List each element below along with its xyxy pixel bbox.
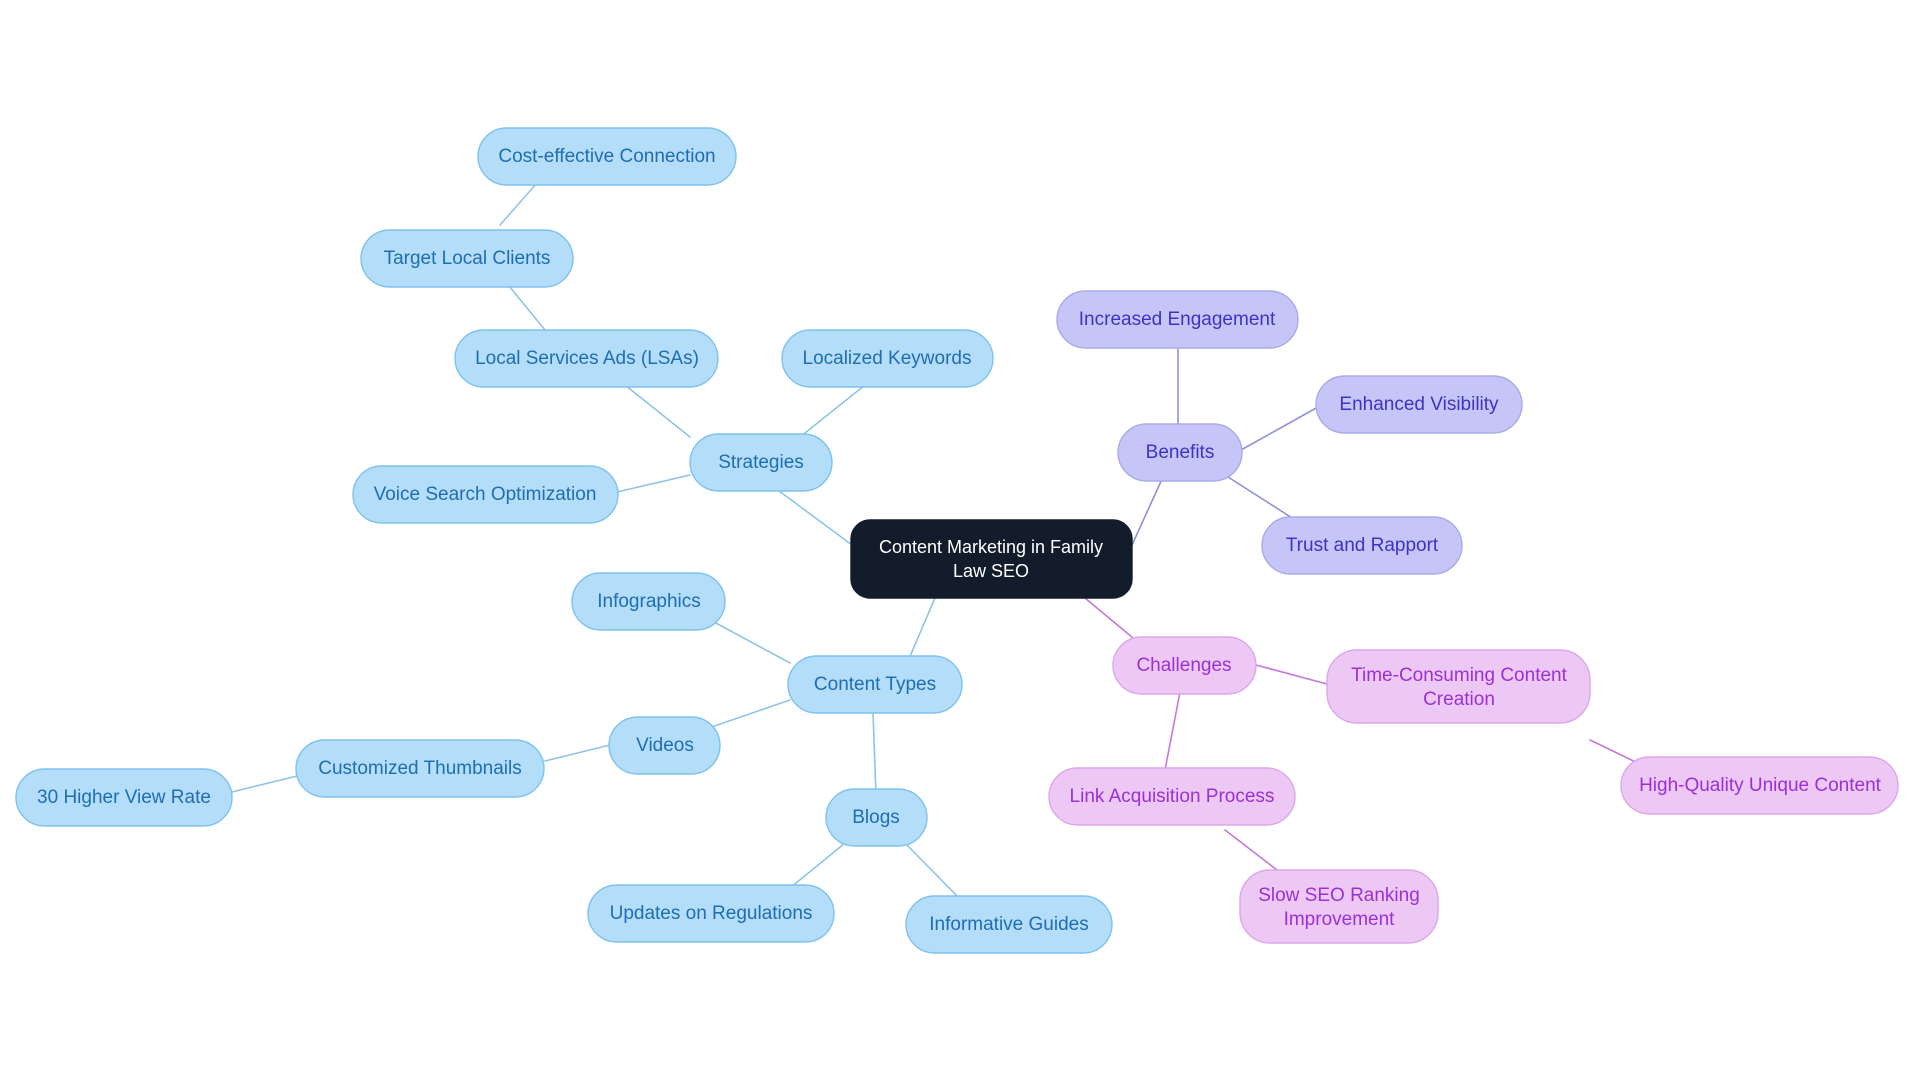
edge-benefits-enhanced-visibility	[1240, 406, 1319, 451]
node-label: Videos	[636, 735, 694, 756]
node-label: Trust and Rapport	[1286, 535, 1439, 556]
node-high-quality-unique-content[interactable]: High-Quality Unique Content	[1620, 756, 1899, 815]
node-label-line1: Time-Consuming Content	[1351, 665, 1567, 686]
edge-content-types-infographics	[713, 621, 791, 664]
node-informative-guides[interactable]: Informative Guides	[905, 895, 1113, 954]
node-label: Increased Engagement	[1079, 309, 1276, 330]
node-label: Cost-effective Connection	[498, 146, 715, 167]
node-label-line2: Improvement	[1284, 909, 1396, 930]
node-label: Benefits	[1146, 442, 1215, 463]
node-customized-thumbnails[interactable]: Customized Thumbnails	[295, 739, 545, 798]
node-label: Link Acquisition Process	[1070, 786, 1275, 807]
node-label: Blogs	[852, 807, 900, 828]
node-target-local-clients[interactable]: Target Local Clients	[360, 229, 574, 288]
edge-challenges-time-consuming	[1255, 664, 1328, 685]
mindmap-canvas: Cost-effective Connection Target Local C…	[15, 127, 1899, 954]
node-slow-seo-ranking-improvement[interactable]: Slow SEO Ranking Improvement	[1239, 869, 1439, 944]
node-benefits[interactable]: Benefits	[1117, 423, 1243, 482]
edge-content-types-blogs	[872, 711, 877, 796]
node-shape	[1326, 649, 1591, 724]
node-label: Localized Keywords	[803, 348, 972, 369]
edge-root-challenges	[1084, 597, 1140, 644]
mindmap-diagram: Cost-effective Connection Target Local C…	[0, 0, 1920, 1083]
node-label: Challenges	[1136, 655, 1231, 676]
node-label: Content Types	[814, 674, 936, 695]
node-root-content-marketing-family-law-seo[interactable]: Content Marketing in Family Law SEO	[850, 519, 1133, 599]
node-blogs[interactable]: Blogs	[825, 788, 928, 847]
node-shape	[1239, 869, 1439, 944]
node-label: Updates on Regulations	[610, 903, 813, 924]
node-label: Local Services Ads (LSAs)	[475, 348, 699, 369]
node-link-acquisition-process[interactable]: Link Acquisition Process	[1048, 767, 1296, 826]
edge-challenges-link-acquisition	[1164, 691, 1181, 771]
edge-benefits-trust-rapport	[1227, 476, 1301, 524]
node-localized-keywords[interactable]: Localized Keywords	[781, 329, 994, 388]
node-cost-effective-connection[interactable]: Cost-effective Connection	[477, 127, 737, 186]
root-label-line2: Law SEO	[953, 561, 1029, 581]
edge-strategies-localized-keywords	[799, 380, 871, 438]
edge-root-benefits	[1131, 476, 1164, 546]
node-label: Informative Guides	[929, 914, 1088, 935]
node-videos[interactable]: Videos	[608, 716, 721, 775]
node-voice-search-optimization[interactable]: Voice Search Optimization	[352, 465, 619, 524]
edge-strategies-voice-search	[616, 474, 691, 493]
node-label: High-Quality Unique Content	[1639, 775, 1882, 796]
node-local-services-ads[interactable]: Local Services Ads (LSAs)	[454, 329, 719, 388]
node-enhanced-visibility[interactable]: Enhanced Visibility	[1315, 375, 1523, 434]
edge-blogs-updates-regulations	[789, 842, 846, 889]
node-label-line1: Slow SEO Ranking	[1258, 885, 1420, 906]
node-trust-and-rapport[interactable]: Trust and Rapport	[1261, 516, 1463, 575]
node-label: Enhanced Visibility	[1339, 394, 1499, 415]
edge-strategies-lsa	[619, 380, 691, 438]
node-label: Target Local Clients	[384, 248, 551, 269]
node-layer: Cost-effective Connection Target Local C…	[15, 127, 1899, 954]
node-30-higher-view-rate[interactable]: 30 Higher View Rate	[15, 768, 233, 827]
node-label-line2: Creation	[1423, 689, 1495, 710]
edge-customized-thumbnails-view-rate	[231, 775, 298, 793]
node-increased-engagement[interactable]: Increased Engagement	[1056, 290, 1299, 349]
node-label: Strategies	[718, 452, 804, 473]
root-label-line1: Content Marketing in Family	[879, 537, 1103, 557]
node-strategies[interactable]: Strategies	[689, 433, 833, 492]
node-time-consuming-content-creation[interactable]: Time-Consuming Content Creation	[1326, 649, 1591, 724]
node-label: Customized Thumbnails	[318, 758, 521, 779]
node-challenges[interactable]: Challenges	[1112, 636, 1257, 695]
node-shape	[850, 519, 1133, 599]
node-label: Infographics	[597, 591, 701, 612]
node-label: Voice Search Optimization	[374, 484, 597, 505]
node-label: 30 Higher View Rate	[37, 787, 211, 808]
edge-root-content-types	[907, 597, 936, 662]
node-updates-on-regulations[interactable]: Updates on Regulations	[587, 884, 835, 943]
edge-blogs-informative-guides	[904, 842, 961, 900]
node-infographics[interactable]: Infographics	[571, 572, 726, 631]
edge-videos-customized-thumbnails	[544, 744, 611, 762]
node-content-types[interactable]: Content Types	[787, 655, 963, 714]
